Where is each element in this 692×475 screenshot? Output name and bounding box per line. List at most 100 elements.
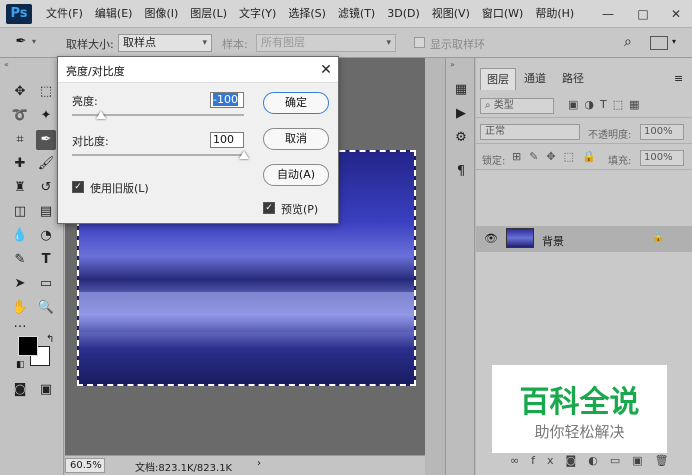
show-ring-label: 显示取样环 (430, 38, 485, 51)
sample-size-value: 取样点 (123, 36, 156, 49)
character-panel-icon[interactable]: ¶ (451, 162, 471, 182)
watermark-title: 百科全说 (519, 385, 640, 420)
magic-wand-tool-icon[interactable]: ✦ (36, 106, 56, 126)
path-selection-tool-icon[interactable]: ➤ (10, 274, 30, 294)
menu-image[interactable]: 图像(I) (138, 0, 184, 28)
actions-panel-icon[interactable]: ▶ (451, 104, 471, 124)
legacy-label: 使用旧版(L) (90, 182, 149, 195)
pen-tool-icon[interactable]: ✎ (10, 250, 30, 270)
lock-icons[interactable]: ⊞✎✥⬚🔒 (512, 150, 604, 163)
brightness-input[interactable]: -100 (210, 92, 244, 108)
menu-view[interactable]: 视图(V) (426, 0, 476, 28)
eye-icon[interactable]: 👁 (484, 232, 498, 245)
preview-checkbox[interactable]: ✓ (263, 202, 275, 214)
ok-button[interactable]: 确定 (263, 92, 329, 114)
blend-row: 正常 不透明度: 100% (476, 120, 692, 144)
watermark: 百科全说 助你轻松解决 (492, 365, 667, 453)
crop-tool-icon[interactable]: ⌗ (10, 130, 30, 150)
eraser-tool-icon[interactable]: ◫ (10, 202, 30, 222)
blend-mode-select[interactable]: 正常 (480, 124, 580, 140)
menu-3d[interactable]: 3D(D) (381, 0, 426, 28)
brightness-contrast-dialog: 亮度/对比度 ✕ 亮度: -100 对比度: 100 ✓ 使用旧版(L) 确定 … (57, 56, 339, 224)
default-colors-icon[interactable]: ◧ (16, 360, 25, 370)
tool-preset-chevron-icon[interactable]: ▾ (32, 37, 36, 46)
fill-input[interactable]: 100% (640, 150, 684, 166)
panel-dock: » ▦ ▶ ⚙ ¶ (445, 58, 475, 475)
layer-thumbnail (506, 228, 534, 248)
brightness-label: 亮度: (72, 95, 98, 108)
menu-help[interactable]: 帮助(H) (529, 0, 580, 28)
dialog-title-bar[interactable]: 亮度/对比度 ✕ (58, 57, 338, 83)
menu-items: 文件(F) 编辑(E) 图像(I) 图层(L) 文字(Y) 选择(S) 滤镜(T… (40, 0, 580, 28)
panel-menu-icon[interactable]: ≡ (674, 72, 683, 85)
opacity-input[interactable]: 100% (640, 124, 684, 140)
sample-value: 所有图层 (261, 36, 305, 49)
filter-type-icons[interactable]: ▣◑T⬚▦ (568, 98, 646, 111)
menu-filter[interactable]: 滤镜(T) (332, 0, 381, 28)
layer-panel-footer-icons[interactable]: ∞fx◙◐▭▣🗑 (510, 454, 681, 467)
properties-panel-icon[interactable]: ⚙ (451, 128, 471, 148)
cancel-button[interactable]: 取消 (263, 128, 329, 150)
swap-colors-icon[interactable]: ↰ (46, 334, 54, 345)
stamp-tool-icon[interactable]: ♜ (10, 178, 30, 198)
marquee-tool-icon[interactable]: ⬚ (36, 82, 56, 102)
type-tool-icon[interactable]: T (36, 250, 56, 270)
healing-brush-tool-icon[interactable]: ✚ (10, 154, 30, 174)
more-tools-icon[interactable]: … (10, 314, 30, 334)
screen-mode-icon[interactable]: ▣ (36, 380, 56, 400)
menu-window[interactable]: 窗口(W) (476, 0, 529, 28)
eyedropper-tool-icon[interactable]: ✒ (12, 34, 30, 52)
layer-row[interactable]: 👁 背景 🔒 (476, 226, 692, 252)
chevron-down-icon[interactable]: ▾ (672, 37, 676, 46)
brightness-value: -100 (213, 93, 238, 106)
status-menu-icon[interactable]: › (257, 458, 261, 469)
menu-file[interactable]: 文件(F) (40, 0, 89, 28)
search-icon[interactable]: ⌕ (624, 34, 632, 50)
contrast-input[interactable]: 100 (210, 132, 244, 148)
collapse-dock-icon[interactable]: » (450, 60, 455, 69)
menu-type[interactable]: 文字(Y) (233, 0, 282, 28)
chevron-down-icon: ▾ (202, 38, 207, 48)
lasso-tool-icon[interactable]: ➰ (10, 106, 30, 126)
gradient-tool-icon[interactable]: ▤ (36, 202, 56, 222)
legacy-checkbox[interactable]: ✓ (72, 181, 84, 193)
dodge-tool-icon[interactable]: ◔ (36, 226, 56, 246)
workspace-icon[interactable] (650, 36, 668, 50)
history-brush-tool-icon[interactable]: ↺ (36, 178, 56, 198)
eyedropper-tool-icon[interactable]: ✒ (36, 130, 56, 150)
collapse-toolbox-icon[interactable]: « (4, 60, 9, 69)
menu-edit[interactable]: 编辑(E) (89, 0, 139, 28)
lock-icon: 🔒 (652, 232, 665, 243)
tab-paths[interactable]: 路径 (556, 68, 590, 90)
sample-size-select[interactable]: 取样点 ▾ (118, 34, 212, 52)
menu-select[interactable]: 选择(S) (282, 0, 332, 28)
close-window-button[interactable]: ✕ (656, 0, 692, 28)
watermark-subtitle: 助你轻松解决 (534, 423, 625, 441)
tab-channels[interactable]: 通道 (518, 68, 552, 90)
move-tool-icon[interactable]: ✥ (10, 82, 30, 102)
sample-select[interactable]: 所有图层 ▾ (256, 34, 396, 52)
zoom-level[interactable]: 60.5% (65, 458, 105, 473)
contrast-slider-track[interactable] (72, 154, 244, 156)
brightness-slider-thumb[interactable] (95, 111, 106, 119)
lock-label: 锁定: (482, 156, 506, 167)
contrast-slider-thumb[interactable] (239, 151, 249, 159)
brush-tool-icon[interactable]: 🖌 (36, 154, 56, 174)
lock-row: 锁定: ⊞✎✥⬚🔒 填充: 100% (476, 146, 692, 170)
photoshop-logo: Ps (6, 4, 32, 24)
layer-filter-select[interactable]: ⌕ 类型 (480, 98, 554, 114)
minimize-button[interactable]: — (588, 0, 628, 28)
tab-layers[interactable]: 图层 (480, 68, 516, 90)
zoom-tool-icon[interactable]: 🔍 (36, 298, 56, 318)
auto-button[interactable]: 自动(A) (263, 164, 329, 186)
foreground-color-swatch[interactable] (18, 336, 38, 356)
show-ring-checkbox[interactable] (414, 37, 425, 48)
layer-filter-row: ⌕ 类型 ▣◑T⬚▦ (476, 94, 692, 118)
history-panel-icon[interactable]: ▦ (451, 80, 471, 100)
close-icon[interactable]: ✕ (316, 60, 336, 80)
blur-tool-icon[interactable]: 💧 (10, 226, 30, 246)
rectangle-tool-icon[interactable]: ▭ (36, 274, 56, 294)
preview-label: 预览(P) (281, 203, 319, 216)
quick-mask-icon[interactable]: ◙ (10, 380, 30, 400)
menu-layer[interactable]: 图层(L) (184, 0, 233, 28)
